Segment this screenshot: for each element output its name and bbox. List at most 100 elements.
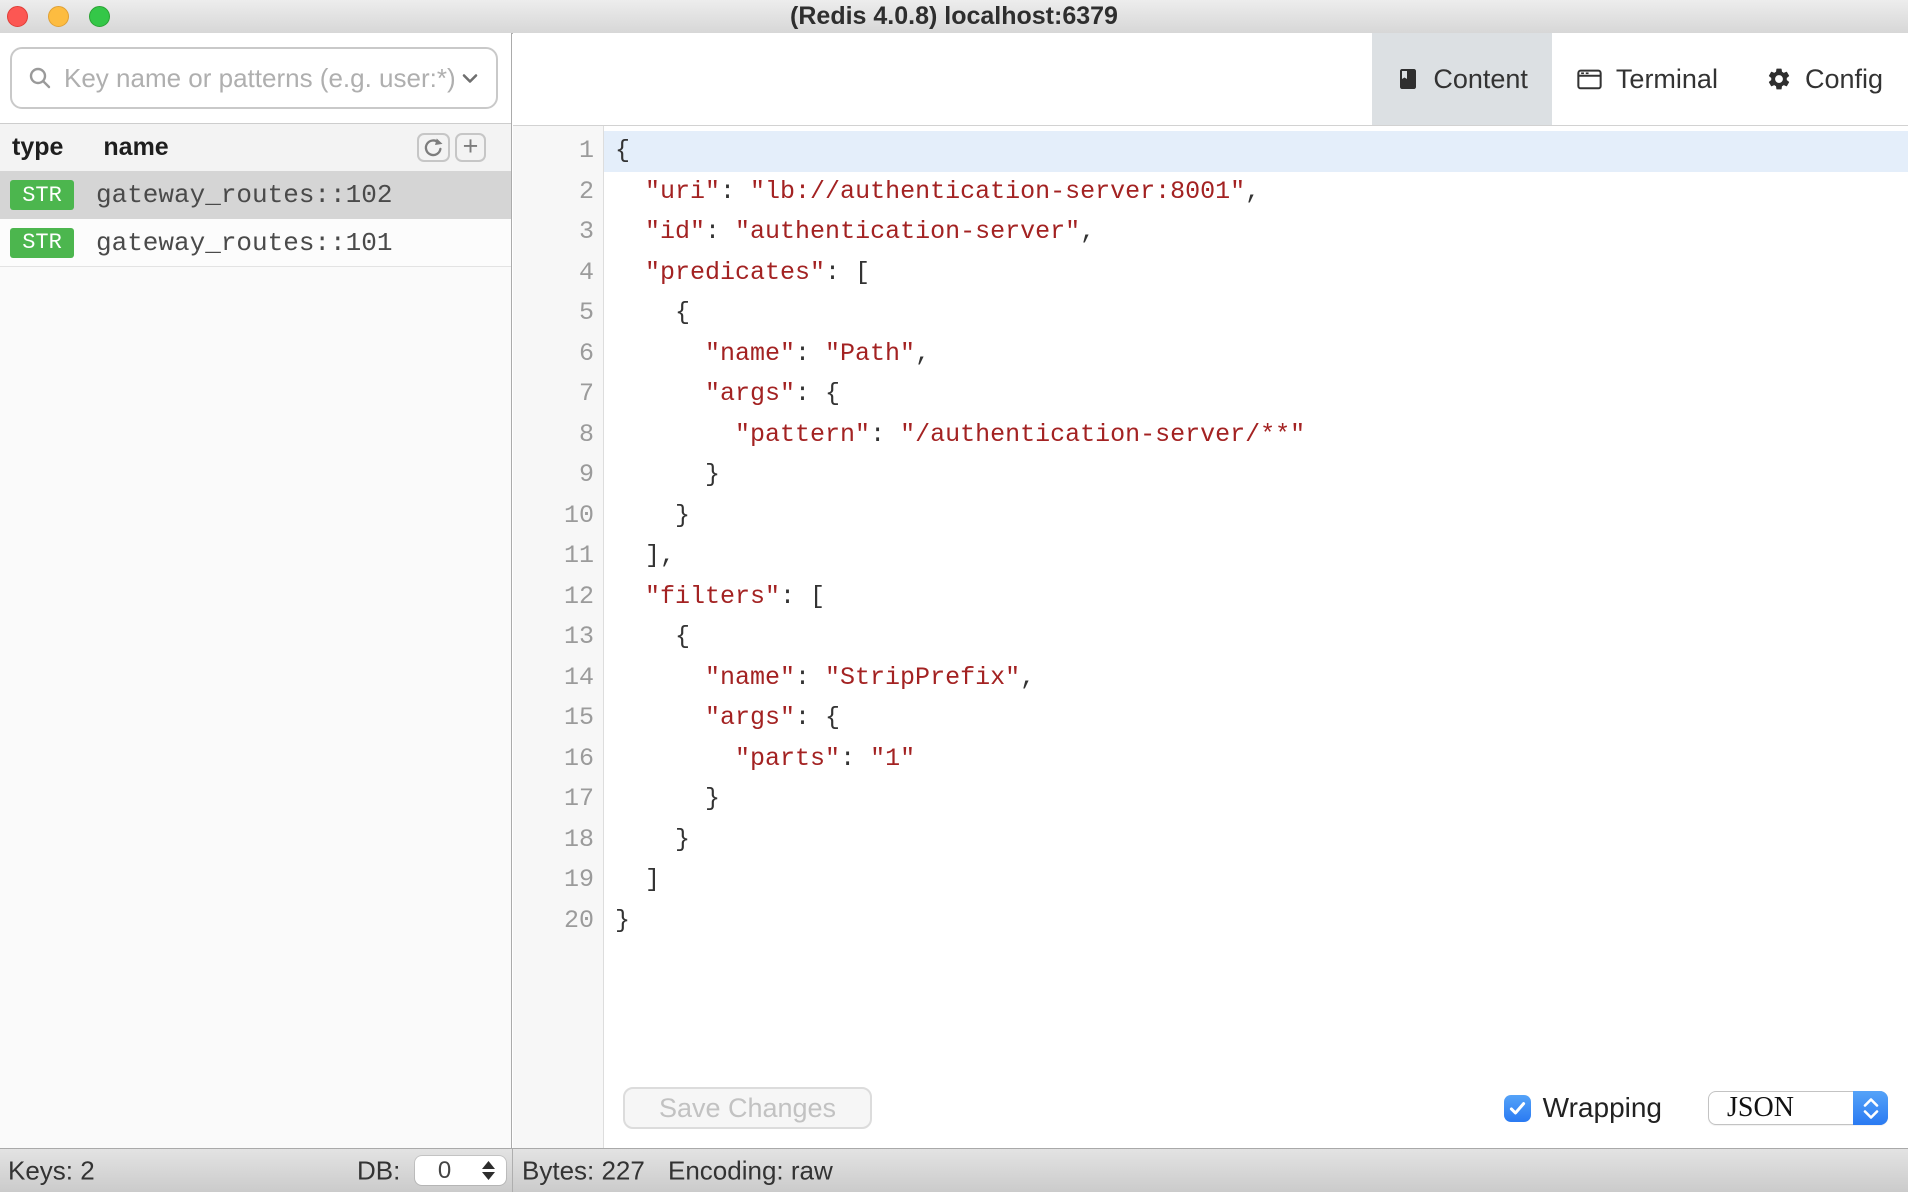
tab-content[interactable]: Content: [1372, 33, 1552, 125]
tab-bar: Content Terminal Config: [513, 33, 1908, 126]
line-number: 13: [513, 617, 603, 658]
wrapping-checkbox[interactable]: [1504, 1095, 1531, 1122]
editor-footer: Save Changes Wrapping JSON: [513, 1086, 1888, 1130]
key-search-box[interactable]: [10, 47, 498, 109]
code-line[interactable]: }: [604, 496, 1908, 537]
key-name-label: gateway_routes::101: [96, 228, 392, 258]
traffic-lights: [7, 6, 110, 27]
key-name-label: gateway_routes::102: [96, 180, 392, 210]
code-line[interactable]: "name": "StripPrefix",: [604, 658, 1908, 699]
db-value: 0: [415, 1157, 474, 1185]
key-row[interactable]: STR gateway_routes::102: [0, 171, 511, 219]
code-line[interactable]: {: [604, 131, 1908, 172]
code-line[interactable]: "id": "authentication-server",: [604, 212, 1908, 253]
line-number: 7: [513, 374, 603, 415]
line-number: 5: [513, 293, 603, 334]
line-number: 8: [513, 415, 603, 456]
footer-right-controls: Wrapping JSON: [1504, 1091, 1888, 1125]
value-editor[interactable]: 1234567891011121314151617181920 { "uri":…: [513, 126, 1908, 1148]
key-list: STRgateway_routes::102STRgateway_routes:…: [0, 171, 511, 267]
line-number: 3: [513, 212, 603, 253]
format-select-value: JSON: [1709, 1092, 1794, 1124]
column-header-type: type: [12, 133, 63, 162]
code-line[interactable]: "name": "Path",: [604, 334, 1908, 375]
save-changes-button[interactable]: Save Changes: [623, 1087, 872, 1129]
column-header-name: name: [103, 133, 168, 162]
tab-config[interactable]: Config: [1742, 33, 1908, 125]
line-number: 18: [513, 820, 603, 861]
wrapping-label: Wrapping: [1543, 1092, 1662, 1124]
window-title: (Redis 4.0.8) localhost:6379: [790, 2, 1118, 31]
terminal-icon: [1576, 66, 1603, 92]
line-number: 2: [513, 172, 603, 213]
code-line[interactable]: "pattern": "/authentication-server/**": [604, 415, 1908, 456]
db-label: DB:: [357, 1155, 400, 1186]
db-stepper[interactable]: 0: [415, 1156, 506, 1185]
gear-icon: [1766, 66, 1792, 92]
minimize-window-button[interactable]: [48, 6, 69, 27]
line-number: 14: [513, 658, 603, 699]
keys-sidebar: type name + STRgateway_routes::102STRgat…: [0, 33, 512, 1148]
line-number: 10: [513, 496, 603, 537]
wrapping-control[interactable]: Wrapping: [1504, 1092, 1662, 1124]
key-row[interactable]: STR gateway_routes::101: [0, 219, 511, 267]
key-list-header: type name +: [0, 124, 511, 171]
search-input[interactable]: [62, 62, 458, 95]
plus-icon: +: [463, 133, 479, 160]
add-key-button[interactable]: +: [455, 133, 486, 162]
stepper-arrows-icon[interactable]: [474, 1161, 506, 1180]
code-line[interactable]: "predicates": [: [604, 253, 1908, 294]
format-select[interactable]: JSON: [1708, 1091, 1888, 1125]
tab-label: Terminal: [1616, 64, 1718, 95]
status-keys: Keys: 2: [8, 1155, 95, 1186]
statusbar-divider: [512, 1149, 513, 1192]
zoom-window-button[interactable]: [89, 6, 110, 27]
line-number: 1: [513, 131, 603, 172]
code-line[interactable]: "args": {: [604, 698, 1908, 739]
line-number: 16: [513, 739, 603, 780]
code-line[interactable]: {: [604, 617, 1908, 658]
code-line[interactable]: }: [604, 779, 1908, 820]
code-line[interactable]: }: [604, 455, 1908, 496]
status-bar: Keys: 2 DB: 0 Bytes: 227 Encoding: raw: [0, 1148, 1908, 1192]
status-encoding: Encoding: raw: [668, 1155, 833, 1186]
title-bar: (Redis 4.0.8) localhost:6379: [0, 0, 1908, 34]
tab-terminal[interactable]: Terminal: [1552, 33, 1742, 125]
search-area: [0, 33, 511, 124]
refresh-icon: [422, 136, 445, 159]
line-number: 20: [513, 901, 603, 942]
status-bytes: Bytes: 227: [522, 1155, 645, 1186]
tab-label: Config: [1805, 64, 1883, 95]
line-number: 15: [513, 698, 603, 739]
line-number: 4: [513, 253, 603, 294]
close-window-button[interactable]: [7, 6, 28, 27]
refresh-keys-button[interactable]: [417, 133, 450, 162]
code-line[interactable]: ],: [604, 536, 1908, 577]
code-line[interactable]: }: [604, 901, 1908, 942]
line-number: 17: [513, 779, 603, 820]
code-line[interactable]: "filters": [: [604, 577, 1908, 618]
code-line[interactable]: "args": {: [604, 374, 1908, 415]
key-type-badge: STR: [10, 180, 74, 210]
editor-gutter: 1234567891011121314151617181920: [513, 126, 604, 1148]
line-number: 11: [513, 536, 603, 577]
line-number: 12: [513, 577, 603, 618]
book-icon: [1396, 66, 1420, 92]
code-line[interactable]: {: [604, 293, 1908, 334]
key-type-badge: STR: [10, 228, 74, 258]
code-line[interactable]: "parts": "1": [604, 739, 1908, 780]
code-line[interactable]: }: [604, 820, 1908, 861]
code-line[interactable]: "uri": "lb://authentication-server:8001"…: [604, 172, 1908, 213]
content-pane: Content Terminal Config 1234567891011121…: [513, 33, 1908, 1148]
editor-code[interactable]: { "uri": "lb://authentication-server:800…: [604, 126, 1908, 1148]
checkmark-icon: [1509, 1101, 1526, 1116]
line-number: 6: [513, 334, 603, 375]
line-number: 19: [513, 860, 603, 901]
code-line[interactable]: ]: [604, 860, 1908, 901]
chevron-down-icon[interactable]: [458, 66, 482, 90]
select-arrows-icon: [1853, 1091, 1888, 1125]
app-window: (Redis 4.0.8) localhost:6379 type name: [0, 0, 1908, 1192]
search-icon: [28, 66, 52, 90]
line-number: 9: [513, 455, 603, 496]
tab-label: Content: [1433, 64, 1528, 95]
